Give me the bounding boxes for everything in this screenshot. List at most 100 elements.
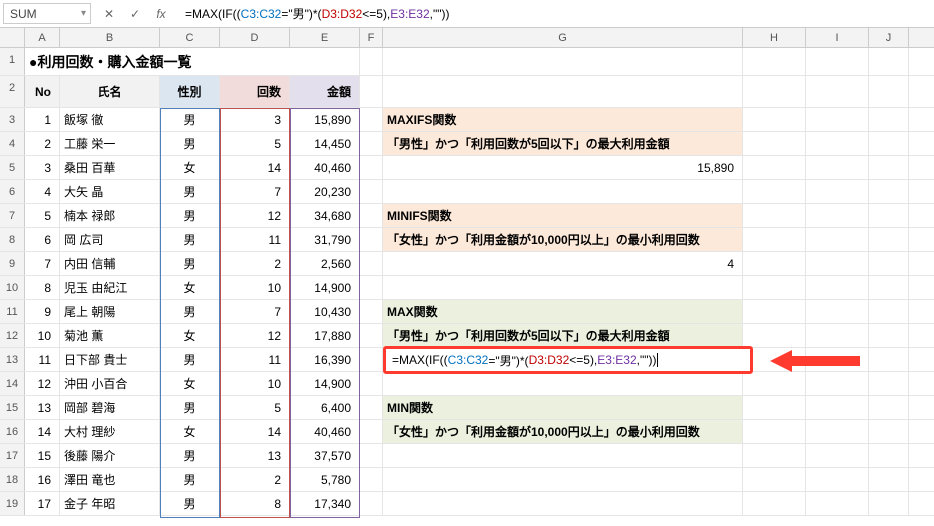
cell[interactable]: 「女性」かつ「利用金額が10,000円以上」の最小利用回数	[383, 420, 743, 443]
cell[interactable]: 金子 年昭	[60, 492, 160, 515]
name-box[interactable]: SUM ▾	[3, 3, 91, 24]
cell[interactable]: 17,340	[290, 492, 360, 515]
row-header[interactable]: 3	[0, 108, 25, 131]
cell[interactable]: 岡 広司	[60, 228, 160, 251]
row-header[interactable]: 6	[0, 180, 25, 203]
cell[interactable]	[383, 444, 743, 467]
cell[interactable]	[360, 48, 383, 75]
cell[interactable]	[360, 108, 383, 131]
cell[interactable]: 女	[160, 420, 220, 443]
col-header[interactable]: J	[869, 28, 909, 47]
cell[interactable]: 児玉 由紀江	[60, 276, 160, 299]
cell[interactable]: 性別	[160, 76, 220, 107]
cell[interactable]	[869, 348, 909, 371]
cell[interactable]	[806, 492, 869, 515]
row-header[interactable]: 1	[0, 48, 25, 75]
cell[interactable]	[869, 276, 909, 299]
cell[interactable]: 10	[220, 276, 290, 299]
cell[interactable]	[806, 396, 869, 419]
cell[interactable]: 男	[160, 204, 220, 227]
col-header[interactable]: D	[220, 28, 290, 47]
cell[interactable]	[869, 228, 909, 251]
cell[interactable]	[743, 180, 806, 203]
cell[interactable]: 大矢 晶	[60, 180, 160, 203]
cell[interactable]	[743, 372, 806, 395]
cell[interactable]: 女	[160, 324, 220, 347]
cell[interactable]	[743, 444, 806, 467]
cell[interactable]: 10,430	[290, 300, 360, 323]
cell[interactable]	[806, 348, 869, 371]
cell[interactable]: 11	[25, 348, 60, 371]
cell[interactable]	[869, 76, 909, 107]
cell[interactable]	[383, 492, 743, 515]
cell[interactable]: 飯塚 徹	[60, 108, 160, 131]
cell[interactable]: 女	[160, 276, 220, 299]
cell[interactable]	[383, 372, 743, 395]
cell[interactable]: 40,460	[290, 420, 360, 443]
cell[interactable]	[869, 48, 909, 75]
cell[interactable]: 34,680	[290, 204, 360, 227]
cell[interactable]: 11	[220, 348, 290, 371]
cell[interactable]	[743, 108, 806, 131]
cell[interactable]	[806, 180, 869, 203]
cell[interactable]	[360, 252, 383, 275]
cell[interactable]: 12	[220, 204, 290, 227]
cell[interactable]	[806, 132, 869, 155]
cell[interactable]: MINIFS関数	[383, 204, 743, 227]
cancel-icon[interactable]: ✕	[101, 6, 117, 22]
cell[interactable]	[806, 252, 869, 275]
row-header[interactable]: 19	[0, 492, 25, 515]
col-header[interactable]: A	[25, 28, 60, 47]
cell[interactable]: MAXIFS関数	[383, 108, 743, 131]
cell[interactable]: 17	[25, 492, 60, 515]
cell[interactable]	[869, 180, 909, 203]
cell[interactable]	[869, 156, 909, 179]
cell[interactable]: 15,890	[383, 156, 743, 179]
cell[interactable]: 女	[160, 372, 220, 395]
cell[interactable]	[743, 468, 806, 491]
cell[interactable]: 日下部 貴士	[60, 348, 160, 371]
cell[interactable]: 澤田 竜也	[60, 468, 160, 491]
cell[interactable]	[806, 48, 869, 75]
col-header[interactable]: F	[360, 28, 383, 47]
cell[interactable]: 9	[25, 300, 60, 323]
row-header[interactable]: 17	[0, 444, 25, 467]
cell[interactable]: 4	[25, 180, 60, 203]
cell[interactable]: 8	[25, 276, 60, 299]
cell[interactable]	[743, 228, 806, 251]
cell[interactable]: 2	[25, 132, 60, 155]
col-header[interactable]: E	[290, 28, 360, 47]
cell[interactable]: 5,780	[290, 468, 360, 491]
cell[interactable]	[869, 300, 909, 323]
cell[interactable]: 後藤 陽介	[60, 444, 160, 467]
cell[interactable]	[743, 300, 806, 323]
cell[interactable]: 14,900	[290, 372, 360, 395]
cell[interactable]: 3	[220, 108, 290, 131]
cell[interactable]	[806, 372, 869, 395]
cell[interactable]: 31,790	[290, 228, 360, 251]
cell[interactable]: 尾上 朝陽	[60, 300, 160, 323]
cell[interactable]	[869, 444, 909, 467]
cell[interactable]	[360, 204, 383, 227]
cell[interactable]	[360, 444, 383, 467]
cell[interactable]	[743, 420, 806, 443]
cell[interactable]: 金額	[290, 76, 360, 107]
cell[interactable]	[743, 156, 806, 179]
cell[interactable]	[806, 156, 869, 179]
cell[interactable]: 「男性」かつ「利用回数が5回以下」の最大利用金額	[383, 324, 743, 347]
cell[interactable]: 楠本 禄郎	[60, 204, 160, 227]
cell[interactable]: 大村 理紗	[60, 420, 160, 443]
cell[interactable]	[360, 180, 383, 203]
col-header[interactable]: I	[806, 28, 869, 47]
cell[interactable]	[360, 396, 383, 419]
cell[interactable]	[806, 204, 869, 227]
row-header[interactable]: 12	[0, 324, 25, 347]
cell[interactable]: 13	[220, 444, 290, 467]
cell[interactable]: 14	[220, 156, 290, 179]
cell[interactable]: 菊池 薫	[60, 324, 160, 347]
col-header[interactable]: B	[60, 28, 160, 47]
cell[interactable]: 4	[383, 252, 743, 275]
cell[interactable]	[383, 180, 743, 203]
cell[interactable]	[360, 156, 383, 179]
cell[interactable]: 男	[160, 492, 220, 515]
